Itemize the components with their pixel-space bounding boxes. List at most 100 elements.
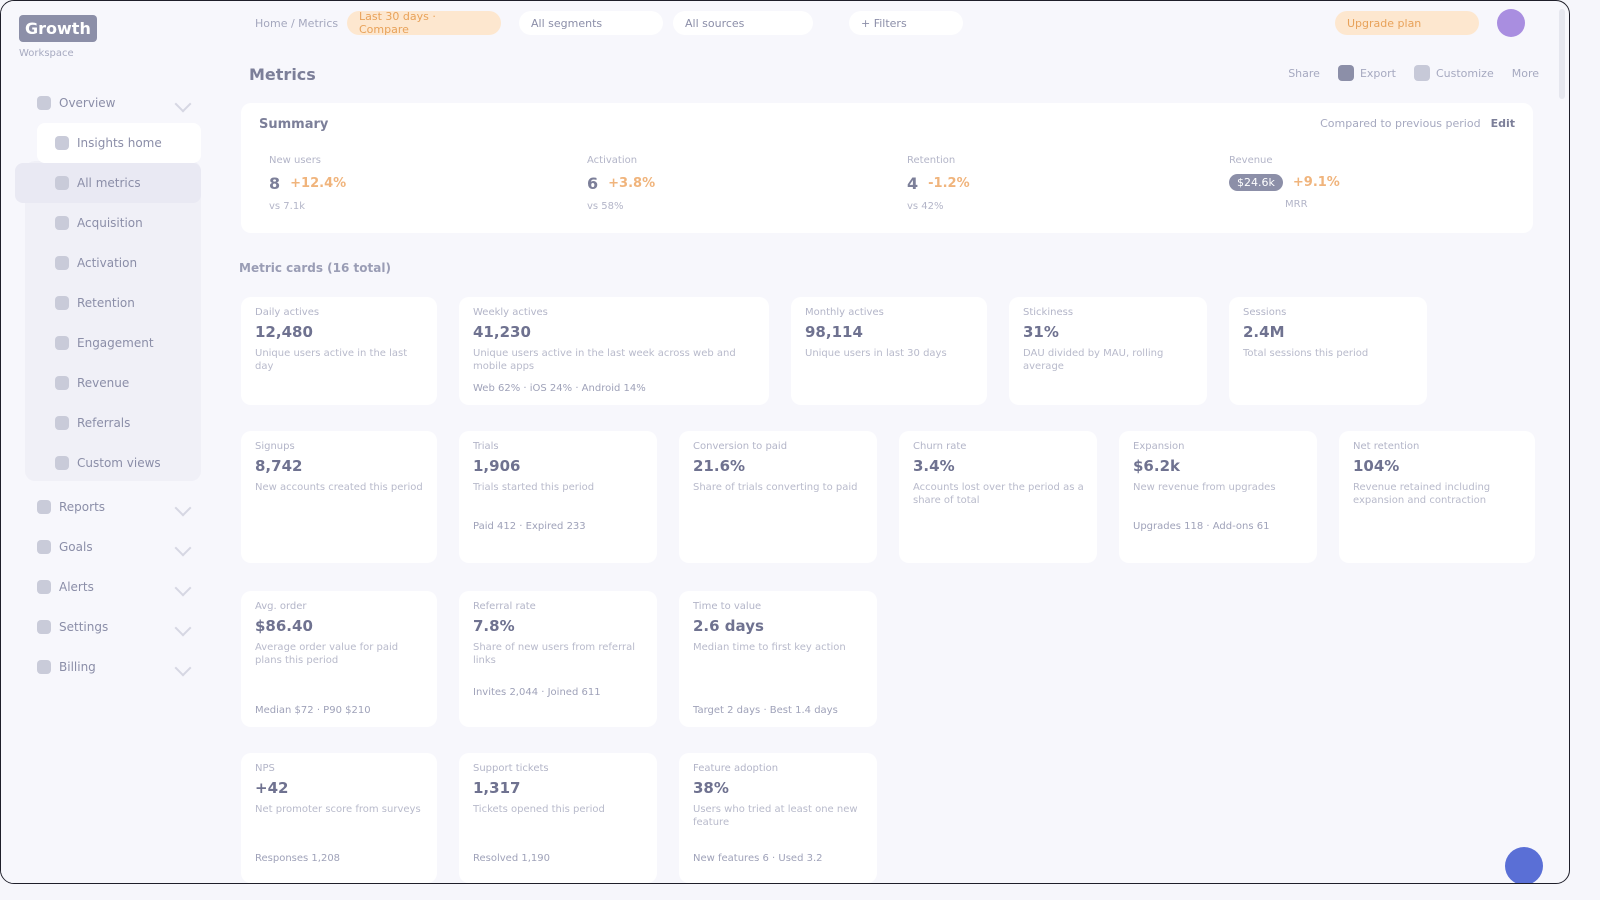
card-value: 8,742 (255, 457, 303, 475)
metric-card[interactable]: NPS +42 Net promoter score from surveys … (241, 753, 437, 883)
stat-label: New users (269, 155, 322, 166)
metric-card[interactable]: Feature adoption 38% Users who tried at … (679, 753, 877, 883)
metric-card[interactable]: Avg. order $86.40 Average order value fo… (241, 591, 437, 727)
metric-card[interactable]: Monthly actives 98,114 Unique users in l… (791, 297, 987, 405)
sidebar-item-label: Revenue (77, 376, 130, 390)
metric-card[interactable]: Referral rate 7.8% Share of new users fr… (459, 591, 657, 727)
target-icon (37, 540, 51, 554)
section-label: Metric cards (16 total) (239, 261, 391, 275)
card-value: 41,230 (473, 323, 531, 341)
sidebar-item-label: Overview (59, 96, 116, 110)
sidebar-item-custom-views[interactable]: Custom views (15, 443, 201, 483)
card-value: +42 (255, 779, 289, 797)
sidebar-item-overview[interactable]: Overview (15, 83, 201, 123)
card-footer: Resolved 1,190 (473, 853, 550, 864)
metric-card[interactable]: Weekly actives 41,230 Unique users activ… (459, 297, 769, 405)
stat-number: 4 (907, 174, 919, 193)
metric-card[interactable]: Signups 8,742 New accounts created this … (241, 431, 437, 563)
stat-foot: vs 58% (587, 201, 624, 212)
card-title: Signups (255, 441, 295, 452)
sidebar-item-label: Retention (77, 296, 135, 310)
card-description: Unique users active in the last day (255, 348, 408, 372)
metric-card[interactable]: Daily actives 12,480 Unique users active… (241, 297, 437, 405)
avatar[interactable] (1497, 9, 1525, 37)
card-title: Time to value (693, 601, 762, 612)
metric-card[interactable]: Sessions 2.4M Total sessions this period (1229, 297, 1427, 405)
page-title: Metrics (249, 65, 316, 84)
customize-button[interactable]: Customize (1413, 65, 1494, 81)
card-title: NPS (255, 763, 275, 774)
pulse-icon (55, 336, 69, 350)
sidebar-item-goals[interactable]: Goals (15, 527, 201, 567)
chevron-down-icon (174, 539, 192, 557)
summary-panel: Summary Compared to previous period Edit … (241, 103, 1533, 233)
stat-label: Activation (587, 155, 638, 166)
sidebar-item-settings[interactable]: Settings (15, 607, 201, 647)
sidebar-item-label: Referrals (77, 416, 131, 430)
card-description: Net promoter score from surveys (255, 804, 421, 815)
card-description: Unique users in last 30 days (805, 348, 947, 359)
metric-card[interactable]: Trials 1,906 Trials started this period … (459, 431, 657, 563)
metric-card[interactable]: Stickiness 31% DAU divided by MAU, rolli… (1009, 297, 1207, 405)
card-description: Share of new users from referral links (473, 642, 636, 666)
card-value: $6.2k (1133, 457, 1180, 475)
card-value: 98,114 (805, 323, 863, 341)
brand[interactable]: Growth Workspace (19, 15, 97, 59)
export-label: Export (1359, 66, 1396, 80)
card-value: 2.4M (1243, 323, 1285, 341)
summary-edit-button[interactable]: Edit (1491, 117, 1515, 130)
sidebar-item-insights-home[interactable]: Insights home (37, 123, 201, 163)
sidebar-nav: Overview Insights home All metrics Acqui… (15, 83, 201, 687)
layers-icon (55, 456, 69, 470)
card-value: 3.4% (913, 457, 955, 475)
sidebar-item-alerts[interactable]: Alerts (15, 567, 201, 607)
stat-foot: vs 42% (907, 201, 944, 212)
card-description: Unique users active in the last week acr… (473, 348, 736, 372)
help-chat-button[interactable] (1505, 847, 1543, 883)
sidebar-item-engagement[interactable]: Engagement (15, 323, 201, 363)
date-range-pill[interactable]: Last 30 days · Compare (347, 10, 501, 36)
metric-card[interactable]: Time to value 2.6 days Median time to fi… (679, 591, 877, 727)
sidebar-item-referrals[interactable]: Referrals (15, 403, 201, 443)
sidebar-item-billing[interactable]: Billing (15, 647, 201, 687)
sidebar-item-label: Billing (59, 660, 96, 674)
stat-number: 8 (269, 174, 281, 193)
card-title: Sessions (1243, 307, 1287, 318)
chart-icon (37, 96, 51, 110)
upgrade-button[interactable]: Upgrade plan (1335, 11, 1479, 35)
card-title: Support tickets (473, 763, 549, 774)
metric-card[interactable]: Net retention 104% Revenue retained incl… (1339, 431, 1535, 563)
share-label: Share (1288, 66, 1320, 80)
segment-dropdown[interactable]: All segments (519, 11, 663, 35)
stat-label: Revenue (1229, 155, 1273, 166)
metric-card[interactable]: Support tickets 1,317 Tickets opened thi… (459, 753, 657, 883)
card-value: 1,906 (473, 457, 521, 475)
scrollbar[interactable] (1559, 9, 1565, 99)
sidebar-item-reports[interactable]: Reports (15, 487, 201, 527)
stat-revenue: Revenue $24.6k +9.1% MRR (1229, 155, 1529, 210)
card-value: 7.8% (473, 617, 515, 635)
grid-icon (55, 176, 69, 190)
source-dropdown[interactable]: All sources (673, 11, 813, 35)
sidebar-item-acquisition[interactable]: Acquisition (15, 203, 201, 243)
metric-card[interactable]: Churn rate 3.4% Accounts lost over the p… (899, 431, 1097, 563)
sliders-icon (1413, 65, 1430, 81)
metric-card[interactable]: Expansion $6.2k New revenue from upgrade… (1119, 431, 1317, 563)
breadcrumb[interactable]: Home / Metrics (255, 17, 338, 30)
sidebar-item-retention[interactable]: Retention (15, 283, 201, 323)
sidebar-item-activation[interactable]: Activation (15, 243, 201, 283)
card-description: New revenue from upgrades (1133, 482, 1276, 493)
export-button[interactable]: Export (1337, 65, 1396, 81)
filters-button[interactable]: + Filters (849, 11, 963, 35)
card-footer: Upgrades 118 · Add-ons 61 (1133, 521, 1270, 532)
metric-card[interactable]: Conversion to paid 21.6% Share of trials… (679, 431, 877, 563)
sidebar-item-revenue[interactable]: Revenue (15, 363, 201, 403)
more-button[interactable]: More (1512, 67, 1539, 80)
chevron-down-icon (174, 659, 192, 677)
sidebar-item-label: Custom views (77, 456, 161, 470)
card-footer: Median $72 · P90 $210 (255, 705, 371, 716)
card-footer: Responses 1,208 (255, 853, 341, 864)
stat-delta: -1.2% (928, 176, 970, 191)
share-button[interactable]: Share (1288, 67, 1320, 80)
sidebar-item-all-metrics[interactable]: All metrics (15, 163, 201, 203)
